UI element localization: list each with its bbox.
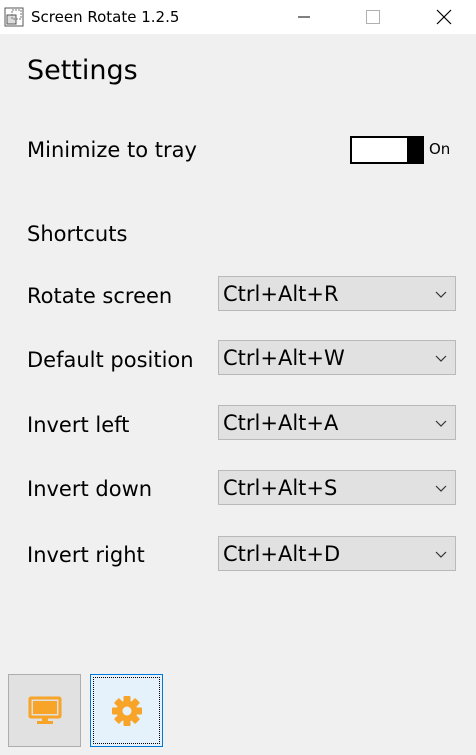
- app-window: Screen Rotate 1.2.5 Settings Minimize to…: [0, 0, 476, 755]
- minimize-icon: [298, 16, 310, 18]
- shortcut-value: Ctrl+Alt+R: [223, 282, 339, 306]
- chevron-down-icon: [435, 551, 447, 558]
- minimize-to-tray-toggle[interactable]: [350, 136, 424, 164]
- shortcut-label-rotate-screen: Rotate screen: [27, 284, 173, 308]
- monitor-icon: [28, 696, 61, 724]
- window-title: Screen Rotate 1.2.5: [31, 8, 180, 26]
- shortcut-value: Ctrl+Alt+D: [223, 542, 341, 566]
- shortcut-label-invert-right: Invert right: [27, 543, 145, 567]
- chevron-down-icon: [435, 485, 447, 492]
- shortcut-select-default-position[interactable]: Ctrl+Alt+W: [218, 340, 456, 375]
- app-icon: [4, 7, 24, 27]
- shortcut-select-invert-down[interactable]: Ctrl+Alt+S: [218, 470, 456, 505]
- shortcut-label-invert-left: Invert left: [27, 413, 130, 437]
- shortcut-select-rotate-screen[interactable]: Ctrl+Alt+R: [218, 276, 456, 311]
- toggle-thumb: [407, 138, 422, 162]
- toggle-state-label: On: [429, 140, 451, 158]
- shortcut-select-invert-left[interactable]: Ctrl+Alt+A: [218, 405, 456, 440]
- shortcut-value: Ctrl+Alt+S: [223, 476, 338, 500]
- nav-settings-button[interactable]: [90, 674, 163, 747]
- title-bar[interactable]: Screen Rotate 1.2.5: [0, 0, 476, 34]
- page-title: Settings: [27, 55, 138, 86]
- shortcut-value: Ctrl+Alt+W: [223, 346, 345, 370]
- minimize-to-tray-label: Minimize to tray: [27, 138, 197, 162]
- chevron-down-icon: [435, 291, 447, 298]
- shortcut-label-default-position: Default position: [27, 348, 194, 372]
- maximize-icon: [366, 10, 380, 24]
- close-icon: [436, 9, 452, 25]
- minimize-button[interactable]: [281, 0, 327, 34]
- close-button[interactable]: [421, 0, 467, 34]
- nav-display-button[interactable]: [8, 674, 81, 747]
- shortcut-value: Ctrl+Alt+A: [223, 411, 339, 435]
- shortcut-label-invert-down: Invert down: [27, 477, 153, 501]
- shortcuts-heading: Shortcuts: [27, 222, 128, 246]
- chevron-down-icon: [435, 420, 447, 427]
- gear-icon: [111, 695, 142, 726]
- maximize-button[interactable]: [350, 0, 396, 34]
- shortcut-select-invert-right[interactable]: Ctrl+Alt+D: [218, 536, 456, 571]
- chevron-down-icon: [435, 355, 447, 362]
